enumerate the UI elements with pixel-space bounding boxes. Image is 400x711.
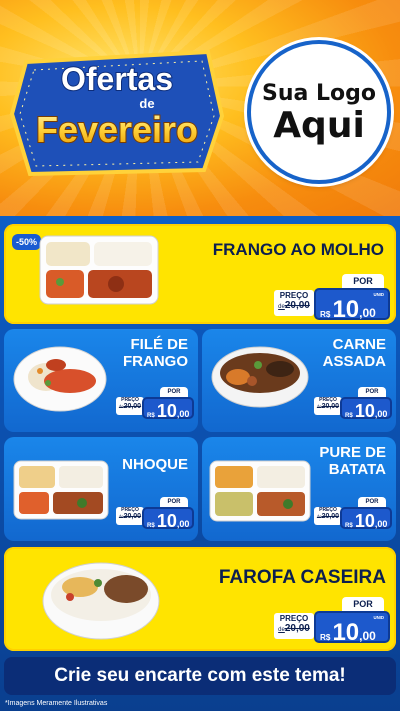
- new-price: R$ 10,00: [142, 397, 194, 421]
- product-card-frango-ao-molho[interactable]: -50% FRANGO AO MOLHO POR PREÇO de20,00 R…: [4, 224, 396, 324]
- new-price: R$ 10,00: [340, 507, 392, 531]
- tray-mashed-potato-icon: [209, 460, 311, 522]
- bowl-roast-beef-icon: [211, 346, 309, 408]
- old-price-label: PREÇO: [279, 614, 309, 623]
- sign-line-ofertas: Ofertas: [61, 61, 173, 97]
- product-card-file-de-frango[interactable]: FILÉ DE FRANGO POR PREÇO de20,00 R$ 10,00: [4, 329, 198, 432]
- tray-gnocchi-icon: [13, 460, 109, 520]
- product-card-farofa-caseira[interactable]: FAROFA CASEIRA POR PREÇO de20,00 R$ 10,00…: [4, 547, 396, 651]
- price-tag: POR PREÇO de20,00 R$ 10,00 UNID: [274, 597, 390, 646]
- price-por-label: POR: [160, 387, 188, 397]
- old-price-box: PREÇO de20,00: [116, 397, 144, 415]
- logo-text-line1: Sua Logo: [261, 80, 376, 106]
- price-tag: POR PREÇO de20,00 R$ 10,00 UNID: [274, 274, 390, 323]
- plate-chicken-fillet-icon: [13, 346, 107, 412]
- price-tag: POR PREÇO de20,00 R$ 10,00: [116, 497, 194, 531]
- product-title: FRANGO AO MOLHO: [212, 240, 384, 259]
- old-price: de20,00: [118, 403, 142, 410]
- price-por-label: POR: [358, 387, 386, 397]
- cta-banner[interactable]: Crie seu encarte com este tema!: [4, 657, 396, 695]
- old-price-label: PREÇO: [279, 291, 309, 300]
- product-title: NHOQUE: [122, 456, 188, 473]
- sign-line-fevereiro: Fevereiro: [36, 109, 198, 150]
- old-price: de20,00: [316, 403, 340, 410]
- discount-badge: -50%: [12, 234, 42, 250]
- old-price: de20,00: [316, 513, 340, 520]
- price-por-label: POR: [342, 597, 384, 611]
- product-card-carne-assada[interactable]: CARNE ASSADA POR PREÇO de20,00 R$ 10,00: [202, 329, 396, 432]
- product-card-pure-de-batata[interactable]: PURE DE BATATA POR PREÇO de20,00 R$ 10,00: [202, 437, 396, 541]
- product-title: FILÉ DE FRANGO: [123, 336, 188, 370]
- price-tag: POR PREÇO de20,00 R$ 10,00: [314, 387, 392, 421]
- new-price: R$ 10,00: [340, 397, 392, 421]
- new-price: R$ 10,00 UNID: [314, 288, 390, 323]
- product-title: FAROFA CASEIRA: [218, 567, 386, 588]
- offers-sign: Ofertas de Fevereiro: [9, 49, 225, 177]
- logo-placeholder[interactable]: Sua Logo Aqui: [247, 40, 391, 184]
- bowl-farofa-icon: [42, 562, 160, 640]
- old-price: de20,00: [278, 300, 310, 311]
- old-price-box: PREÇO de20,00: [116, 507, 144, 525]
- old-price: de20,00: [118, 513, 142, 520]
- price-por-label: POR: [160, 497, 188, 507]
- price-por-label: POR: [342, 274, 384, 288]
- product-title: CARNE ASSADA: [322, 336, 386, 370]
- old-price-box: PREÇO de20,00: [314, 397, 342, 415]
- price-tag: POR PREÇO de20,00 R$ 10,00: [116, 387, 194, 421]
- old-price-box: PREÇO de20,00: [274, 290, 314, 316]
- cta-text: Crie seu encarte com este tema!: [54, 665, 346, 686]
- price-por-label: POR: [358, 497, 386, 507]
- product-card-nhoque[interactable]: NHOQUE POR PREÇO de20,00 R$ 10,00: [4, 437, 198, 541]
- header-banner: Ofertas de Fevereiro Sua Logo Aqui: [0, 0, 400, 216]
- offers-panel: -50% FRANGO AO MOLHO POR PREÇO de20,00 R…: [0, 216, 400, 711]
- old-price-box: PREÇO de20,00: [314, 507, 342, 525]
- new-price: R$ 10,00 UNID: [314, 611, 390, 646]
- product-title: PURE DE BATATA: [319, 444, 386, 478]
- disclaimer-text: *Imagens Meramente Ilustrativas: [5, 700, 108, 707]
- price-tag: POR PREÇO de20,00 R$ 10,00: [314, 497, 392, 531]
- tray-chicken-sauce-icon: [39, 235, 159, 305]
- new-price: R$ 10,00: [142, 507, 194, 531]
- logo-text-line2: Aqui: [273, 104, 365, 146]
- old-price: de20,00: [278, 623, 310, 634]
- old-price-box: PREÇO de20,00: [274, 613, 314, 639]
